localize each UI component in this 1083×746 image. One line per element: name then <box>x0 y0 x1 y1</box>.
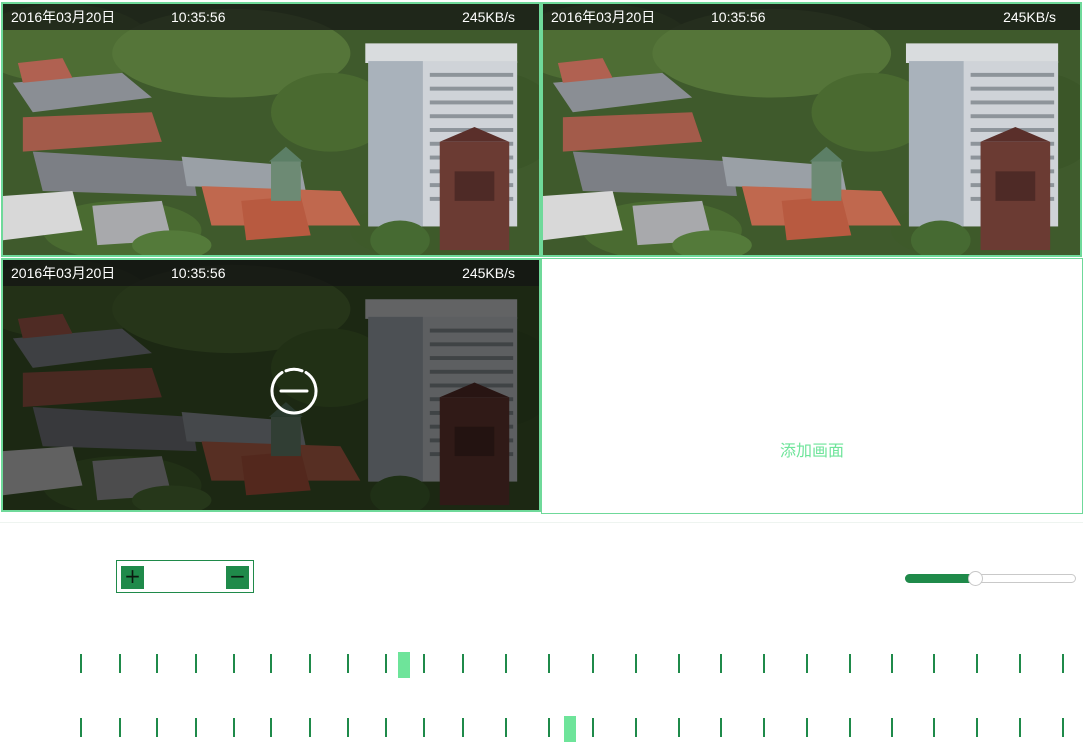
timeline-tick <box>1062 718 1064 737</box>
timeline-tick <box>195 718 197 737</box>
timeline-tick <box>592 718 594 737</box>
timeline-tick <box>270 654 272 673</box>
slider-fill <box>905 574 976 583</box>
timeline-tick <box>933 654 935 673</box>
timeline-tick <box>678 718 680 737</box>
video-pane-2[interactable]: 2016年03月20日 10:35:56 245KB/s <box>541 2 1082 257</box>
timeline-tick <box>309 654 311 673</box>
video-osd-bar: 2016年03月20日 10:35:56 245KB/s <box>3 260 539 286</box>
timeline-tick <box>635 654 637 673</box>
volume-slider[interactable] <box>905 571 1076 586</box>
timeline-tick <box>385 718 387 737</box>
timeline-tick <box>933 718 935 737</box>
timeline-tick <box>347 654 349 673</box>
plus-icon: + <box>124 564 141 588</box>
remove-pane-button[interactable] <box>267 364 321 418</box>
timeline-tick <box>891 718 893 737</box>
timeline-tick <box>156 718 158 737</box>
timeline-tick <box>1019 718 1021 737</box>
timeline-tick <box>891 654 893 673</box>
timeline-tick <box>849 654 851 673</box>
playback-timeline-2[interactable] <box>0 716 1083 746</box>
timeline-tick <box>80 654 82 673</box>
zoom-out-button[interactable]: − <box>226 566 249 589</box>
video-osd-bar: 2016年03月20日 10:35:56 245KB/s <box>3 4 539 30</box>
video-pane-3[interactable]: 2016年03月20日 10:35:56 245KB/s <box>1 258 541 512</box>
camera-feed-image <box>3 4 539 255</box>
timeline-tick <box>678 654 680 673</box>
timeline-tick <box>720 654 722 673</box>
slider-handle[interactable] <box>968 571 984 586</box>
playback-timeline-1[interactable] <box>0 652 1083 682</box>
timeline-tick <box>806 654 808 673</box>
timeline-tick <box>763 718 765 737</box>
timeline-tick <box>80 718 82 737</box>
add-pane-slot[interactable]: 添加画面 <box>541 258 1083 514</box>
timeline-zoom-control: + − <box>116 560 254 593</box>
osd-bitrate: 245KB/s <box>462 265 515 281</box>
video-grid: 2016年03月20日 10:35:56 245KB/s 2016年03月20日… <box>0 0 1083 515</box>
timeline-tick <box>423 654 425 673</box>
timeline-tick <box>849 718 851 737</box>
timeline-tick <box>270 718 272 737</box>
timeline-tick <box>763 654 765 673</box>
minus-circle-icon <box>270 367 318 415</box>
timeline-tick <box>505 718 507 737</box>
timeline-tick <box>195 654 197 673</box>
camera-feed-image <box>543 4 1080 255</box>
osd-time: 10:35:56 <box>711 9 766 25</box>
timeline-tick <box>806 718 808 737</box>
timeline-tick <box>1062 654 1064 673</box>
zoom-in-button[interactable]: + <box>121 566 144 589</box>
timeline-tick <box>119 718 121 737</box>
osd-date: 2016年03月20日 <box>11 265 116 281</box>
osd-time: 10:35:56 <box>171 265 226 281</box>
timeline-tick <box>233 654 235 673</box>
timeline-tick <box>119 654 121 673</box>
timeline-tick <box>423 718 425 737</box>
add-pane-label[interactable]: 添加画面 <box>542 437 1082 461</box>
timeline-tick <box>548 718 550 737</box>
timeline-tick <box>635 718 637 737</box>
timeline-tick <box>462 718 464 737</box>
osd-date: 2016年03月20日 <box>551 9 656 25</box>
timeline-tick <box>1019 654 1021 673</box>
video-pane-1[interactable]: 2016年03月20日 10:35:56 245KB/s <box>1 2 541 257</box>
osd-bitrate: 245KB/s <box>462 9 515 25</box>
osd-bitrate: 245KB/s <box>1003 9 1056 25</box>
timeline-playhead[interactable] <box>398 652 410 678</box>
timeline-tick <box>548 654 550 673</box>
timeline-tick <box>233 718 235 737</box>
timeline-tick <box>156 654 158 673</box>
divider <box>0 522 1083 523</box>
timeline-tick <box>505 654 507 673</box>
osd-date: 2016年03月20日 <box>11 9 116 25</box>
minus-icon: − <box>229 564 246 588</box>
timeline-playhead[interactable] <box>564 716 576 742</box>
timeline-tick <box>976 718 978 737</box>
timeline-tick <box>976 654 978 673</box>
timeline-tick <box>309 718 311 737</box>
timeline-tick <box>720 718 722 737</box>
timeline-tick <box>592 654 594 673</box>
timeline-tick <box>347 718 349 737</box>
timeline-tick <box>385 654 387 673</box>
video-osd-bar: 2016年03月20日 10:35:56 245KB/s <box>543 4 1080 30</box>
osd-time: 10:35:56 <box>171 9 226 25</box>
timeline-tick <box>462 654 464 673</box>
